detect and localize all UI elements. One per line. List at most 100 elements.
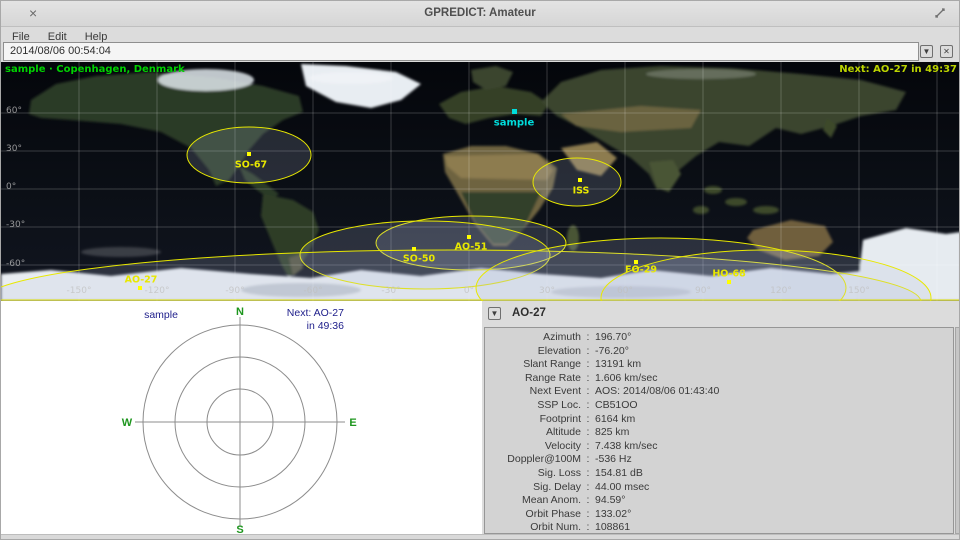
- restore-window-icon[interactable]: [933, 6, 947, 25]
- polar-east-label: E: [349, 417, 356, 429]
- data-row-azimuth: Azimuth:196.70°: [485, 331, 953, 345]
- panel-rows: Azimuth:196.70°Elevation:-76.20°Slant Ra…: [485, 331, 953, 534]
- data-row-label: Next Event: [485, 385, 581, 399]
- data-row-label: Slant Range: [485, 358, 581, 372]
- longitude-label: -60°: [303, 286, 322, 296]
- data-row-sig-loss: Sig. Loss:154.81 dB: [485, 467, 953, 481]
- panel-satellite-title: AO-27: [512, 307, 546, 319]
- latitude-label: -60°: [6, 259, 25, 269]
- title-bar: × GPREDICT: Amateur: [1, 1, 959, 27]
- data-row-colon: :: [581, 508, 595, 522]
- data-row-colon: :: [581, 358, 595, 372]
- polar-next-event-line1: Next: AO-27: [287, 307, 344, 319]
- satellite-marker-so-50[interactable]: [412, 247, 416, 251]
- data-row-value: 44.00 msec: [595, 481, 953, 495]
- data-row-colon: :: [581, 494, 595, 508]
- satellite-label-so-67[interactable]: SO-67: [235, 160, 267, 171]
- panel-scrollbar[interactable]: [955, 327, 960, 534]
- menu-bar: FileEditHelp: [1, 27, 959, 42]
- satellite-label-ho-68[interactable]: HO-68: [712, 269, 745, 280]
- data-row-doppler-100m: Doppler@100M:-536 Hz: [485, 453, 953, 467]
- data-row-colon: :: [581, 467, 595, 481]
- satellite-marker-ao-51[interactable]: [467, 235, 471, 239]
- world-map[interactable]: sample · Copenhagen, Denmark Next: AO-27…: [1, 62, 960, 301]
- data-row-value: 6164 km: [595, 413, 953, 427]
- data-row-orbit-phase: Orbit Phase:133.02°: [485, 508, 953, 522]
- longitude-label: -120°: [145, 286, 170, 296]
- satellite-marker-so-67[interactable]: [247, 152, 251, 156]
- data-row-colon: :: [581, 440, 595, 454]
- latitude-label: 30°: [6, 144, 22, 154]
- panel-dropdown-icon[interactable]: ▼: [488, 307, 501, 320]
- longitude-label: 0°: [464, 286, 474, 296]
- data-row-label: Sig. Delay: [485, 481, 581, 495]
- data-row-value: AOS: 2014/08/06 01:43:40: [595, 385, 953, 399]
- satellite-marker-ho-68[interactable]: [727, 280, 731, 284]
- longitude-label: 120°: [770, 286, 792, 296]
- data-row-label: Azimuth: [485, 331, 581, 345]
- satellite-label-ao-51[interactable]: AO-51: [455, 242, 488, 253]
- data-row-label: Range Rate: [485, 372, 581, 386]
- data-row-colon: :: [581, 345, 595, 359]
- data-row-elevation: Elevation:-76.20°: [485, 345, 953, 359]
- data-row-colon: :: [581, 426, 595, 440]
- data-row-colon: :: [581, 481, 595, 495]
- data-row-value: 108861: [595, 521, 953, 534]
- time-dropdown-icon[interactable]: ▼: [920, 45, 933, 58]
- polar-next-event-line2: in 49:36: [307, 320, 345, 332]
- polar-north-label: N: [236, 306, 244, 318]
- data-row-value: 825 km: [595, 426, 953, 440]
- data-row-label: SSP Loc.: [485, 399, 581, 413]
- ground-station-marker[interactable]: [512, 109, 517, 114]
- longitude-label: -90°: [225, 286, 244, 296]
- data-row-value: -536 Hz: [595, 453, 953, 467]
- satellite-label-fo-29[interactable]: FO-29: [625, 265, 657, 276]
- data-row-label: Altitude: [485, 426, 581, 440]
- satellite-data-panel: ▼ AO-27 Azimuth:196.70°Elevation:-76.20°…: [482, 301, 960, 534]
- data-row-value: 133.02°: [595, 508, 953, 522]
- data-row-label: Sig. Loss: [485, 467, 581, 481]
- data-row-colon: :: [581, 399, 595, 413]
- data-row-value: 196.70°: [595, 331, 953, 345]
- longitude-label: 60°: [617, 286, 633, 296]
- satellite-label-so-50[interactable]: SO-50: [403, 254, 435, 265]
- satellite-marker-fo-29[interactable]: [634, 260, 638, 264]
- status-strip: [1, 534, 959, 540]
- latitude-label: -30°: [6, 220, 25, 230]
- data-row-label: Velocity: [485, 440, 581, 454]
- satellite-label-ao-27[interactable]: AO-27: [125, 275, 158, 286]
- data-row-value: 154.81 dB: [595, 467, 953, 481]
- panel-data-box: Azimuth:196.70°Elevation:-76.20°Slant Ra…: [484, 327, 954, 534]
- data-row-colon: :: [581, 521, 595, 534]
- satellite-marker-ao-27[interactable]: [138, 286, 142, 290]
- data-row-sig-delay: Sig. Delay:44.00 msec: [485, 481, 953, 495]
- data-row-colon: :: [581, 372, 595, 386]
- time-close-icon[interactable]: ✕: [940, 45, 953, 58]
- polar-rings: [135, 317, 345, 527]
- longitude-label: 30°: [539, 286, 555, 296]
- satellite-marker-iss[interactable]: [578, 178, 582, 182]
- map-status-left: sample · Copenhagen, Denmark: [5, 64, 185, 75]
- data-row-orbit-num-: Orbit Num.:108861: [485, 521, 953, 534]
- satellite-label-iss[interactable]: ISS: [573, 186, 590, 197]
- latitude-label: 0°: [6, 182, 16, 192]
- map-overlay: sample · Copenhagen, Denmark Next: AO-27…: [1, 62, 960, 301]
- data-row-value: 7.438 km/sec: [595, 440, 953, 454]
- data-row-slant-range: Slant Range:13191 km: [485, 358, 953, 372]
- polar-west-label: W: [122, 417, 133, 429]
- data-row-colon: :: [581, 331, 595, 345]
- longitude-label: -30°: [381, 286, 400, 296]
- data-row-range-rate: Range Rate:1.606 km/sec: [485, 372, 953, 386]
- time-input[interactable]: 2014/08/06 00:54:04: [3, 42, 919, 61]
- data-row-label: Footprint: [485, 413, 581, 427]
- longitude-label: 150°: [848, 286, 870, 296]
- data-row-footprint: Footprint:6164 km: [485, 413, 953, 427]
- polar-plot-panel[interactable]: N S E W sample Next: AO-27 in 49:36: [1, 301, 482, 534]
- gpredict-window: × GPREDICT: Amateur FileEditHelp 2014/08…: [0, 0, 960, 540]
- data-row-mean-anom-: Mean Anom.:94.59°: [485, 494, 953, 508]
- data-row-ssp-loc-: SSP Loc.:CB51OO: [485, 399, 953, 413]
- data-row-value: CB51OO: [595, 399, 953, 413]
- time-bar: 2014/08/06 00:54:04 ▼ ✕: [1, 42, 959, 62]
- data-row-label: Doppler@100M: [485, 453, 581, 467]
- data-row-velocity: Velocity:7.438 km/sec: [485, 440, 953, 454]
